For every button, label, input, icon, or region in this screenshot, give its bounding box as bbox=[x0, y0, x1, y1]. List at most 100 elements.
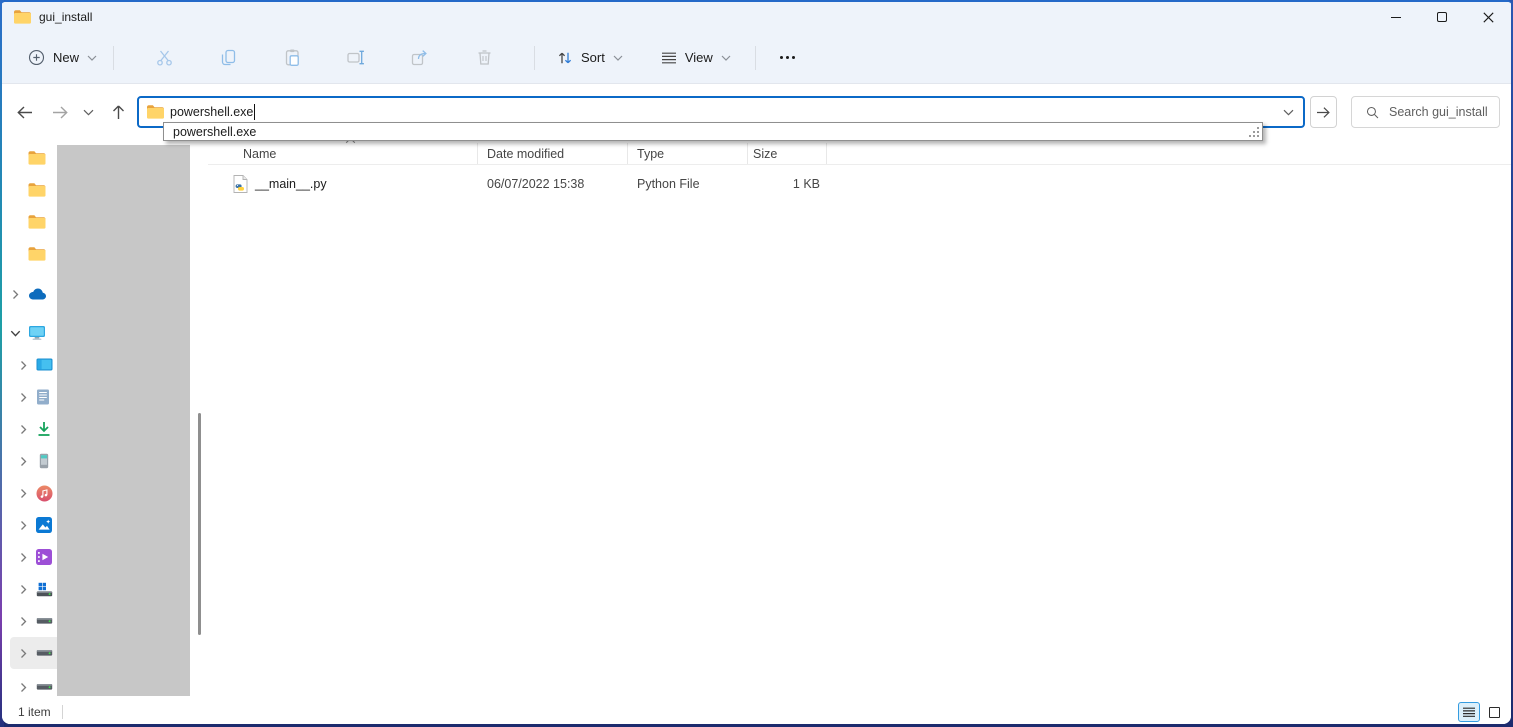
cut-icon bbox=[155, 48, 174, 67]
folder-icon bbox=[147, 105, 164, 119]
window-title-group: gui_install bbox=[2, 10, 92, 24]
phone-icon bbox=[36, 453, 52, 469]
file-row[interactable]: __main__.py 06/07/2022 15:38 Python File… bbox=[228, 171, 827, 197]
sort-icon bbox=[557, 50, 573, 66]
navigation-pane bbox=[2, 140, 208, 700]
share-button[interactable] bbox=[400, 40, 440, 76]
file-explorer-window: gui_install New bbox=[2, 0, 1511, 724]
chevron-right-icon bbox=[11, 289, 20, 300]
resize-grip-icon[interactable] bbox=[1257, 135, 1259, 137]
desktop-icon bbox=[36, 358, 53, 373]
music-icon bbox=[36, 485, 53, 502]
chevron-right-icon bbox=[19, 392, 28, 403]
folder-icon bbox=[28, 183, 46, 197]
forward-arrow-icon bbox=[52, 105, 69, 120]
command-toolbar: New Sort View bbox=[2, 32, 1511, 84]
python-file-icon bbox=[233, 175, 248, 193]
drive-icon bbox=[36, 648, 53, 658]
address-row: powershell.exe powershell.exe bbox=[2, 84, 1511, 140]
window-title: gui_install bbox=[39, 10, 92, 24]
sort-button-label: Sort bbox=[581, 50, 605, 65]
up-arrow-icon bbox=[111, 104, 126, 121]
windows-drive-icon bbox=[36, 582, 53, 597]
chevron-down-icon bbox=[1283, 109, 1294, 116]
chevron-down-icon bbox=[87, 55, 97, 61]
minimize-button[interactable] bbox=[1373, 2, 1419, 32]
large-icons-view-button[interactable] bbox=[1483, 702, 1505, 722]
drive-icon bbox=[36, 682, 53, 692]
up-button[interactable] bbox=[102, 96, 134, 128]
toolbar-divider bbox=[113, 46, 114, 70]
documents-icon bbox=[36, 389, 50, 405]
copy-button[interactable] bbox=[208, 40, 248, 76]
chevron-right-icon bbox=[19, 424, 28, 435]
close-button[interactable] bbox=[1465, 2, 1511, 32]
see-more-button[interactable] bbox=[768, 40, 808, 76]
maximize-icon bbox=[1437, 12, 1447, 22]
view-button[interactable]: View bbox=[651, 44, 741, 71]
videos-icon bbox=[36, 549, 52, 565]
sort-button[interactable]: Sort bbox=[547, 44, 633, 72]
titlebar[interactable]: gui_install bbox=[2, 2, 1511, 32]
rename-button[interactable] bbox=[336, 40, 376, 76]
plus-circle-icon bbox=[28, 49, 45, 66]
address-suggestion-item[interactable]: powershell.exe bbox=[164, 125, 1262, 139]
new-button[interactable]: New bbox=[18, 43, 107, 72]
large-icons-view-icon bbox=[1489, 707, 1500, 718]
delete-button[interactable] bbox=[464, 40, 504, 76]
status-divider bbox=[62, 705, 63, 719]
view-button-label: View bbox=[685, 50, 713, 65]
new-button-label: New bbox=[53, 50, 79, 65]
share-icon bbox=[410, 48, 430, 67]
minimize-icon bbox=[1391, 17, 1401, 18]
paste-icon bbox=[283, 48, 302, 67]
chevron-right-icon bbox=[19, 520, 28, 531]
paste-button[interactable] bbox=[272, 40, 312, 76]
copy-icon bbox=[219, 48, 238, 67]
chevron-right-icon bbox=[19, 552, 28, 563]
item-count: 1 item bbox=[18, 705, 51, 719]
details-view-icon bbox=[1463, 707, 1475, 718]
chevron-down-icon bbox=[83, 109, 94, 116]
address-input-value[interactable]: powershell.exe bbox=[170, 105, 253, 119]
forward-button[interactable] bbox=[44, 96, 76, 128]
header-divider bbox=[208, 164, 1511, 165]
column-header-name[interactable]: Name bbox=[228, 143, 478, 164]
text-cursor bbox=[254, 104, 255, 120]
pictures-icon bbox=[36, 517, 52, 533]
trash-icon bbox=[475, 48, 494, 67]
search-icon bbox=[1366, 105, 1379, 120]
folder-icon bbox=[28, 151, 46, 165]
status-bar: 1 item bbox=[2, 700, 1511, 724]
this-pc-icon bbox=[28, 325, 46, 341]
recent-locations-button[interactable] bbox=[76, 96, 100, 128]
file-date-modified: 06/07/2022 15:38 bbox=[478, 171, 628, 197]
search-input[interactable] bbox=[1389, 105, 1499, 119]
chevron-down-icon bbox=[613, 55, 623, 61]
toolbar-divider bbox=[534, 46, 535, 70]
drive-icon bbox=[36, 616, 53, 626]
redacted-sidebar-labels bbox=[57, 145, 190, 696]
view-list-icon bbox=[661, 51, 677, 65]
column-header-date-modified[interactable]: Date modified bbox=[478, 143, 628, 164]
column-header-type[interactable]: Type bbox=[628, 143, 748, 164]
chevron-right-icon bbox=[19, 488, 28, 499]
go-to-button[interactable] bbox=[1310, 96, 1337, 128]
chevron-right-icon bbox=[19, 648, 28, 659]
column-header-size[interactable]: Size bbox=[748, 143, 827, 164]
column-headers: Name Date modified Type Size bbox=[228, 143, 827, 164]
details-view-button[interactable] bbox=[1458, 702, 1480, 722]
address-dropdown-button[interactable] bbox=[1273, 98, 1303, 126]
sidebar-scrollbar[interactable] bbox=[198, 413, 201, 635]
chevron-right-icon bbox=[19, 584, 28, 595]
address-suggestion-dropdown: powershell.exe bbox=[163, 122, 1263, 141]
chevron-right-icon bbox=[19, 360, 28, 371]
back-button[interactable] bbox=[8, 96, 40, 128]
search-box[interactable] bbox=[1351, 96, 1500, 128]
cut-button[interactable] bbox=[144, 40, 184, 76]
file-name: __main__.py bbox=[255, 177, 327, 191]
maximize-button[interactable] bbox=[1419, 2, 1465, 32]
toolbar-divider bbox=[755, 46, 756, 70]
file-list-pane: Name Date modified Type Size __main__.py… bbox=[208, 140, 1511, 700]
back-arrow-icon bbox=[16, 105, 33, 120]
